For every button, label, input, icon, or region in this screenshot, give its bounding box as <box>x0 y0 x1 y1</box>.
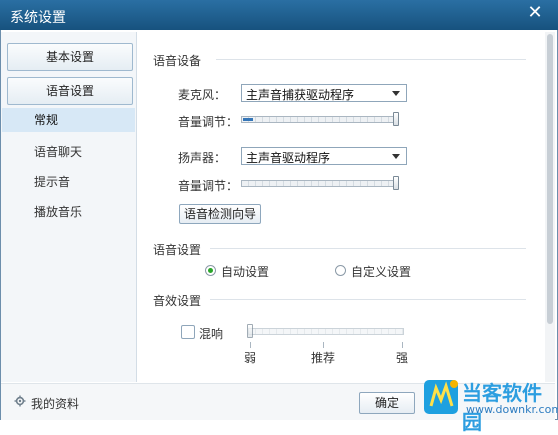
ok-button[interactable]: 确定 <box>359 392 415 414</box>
mic-label: 麦克风： <box>178 88 227 102</box>
sidebar-item-general[interactable]: 常规 <box>2 108 135 132</box>
window-title: 系统设置 <box>10 10 66 26</box>
brand-logo-icon <box>424 380 458 414</box>
mic-volume-label: 音量调节： <box>178 115 239 129</box>
radio-custom[interactable] <box>335 265 346 276</box>
sidebar: 基本设置 语音设置 常规 语音聊天 提示音 播放音乐 <box>1 32 137 382</box>
section-divider <box>210 299 526 300</box>
speaker-volume-slider[interactable] <box>241 180 397 187</box>
sidebar-button-basic[interactable]: 基本设置 <box>7 43 133 71</box>
chevron-down-icon <box>392 91 400 96</box>
speaker-volume-label: 音量调节： <box>178 179 239 193</box>
scale-tick-weak <box>250 342 251 348</box>
slider-ticks <box>242 181 396 186</box>
content-scrollbar[interactable] <box>545 32 555 382</box>
mic-volume-fill <box>243 118 253 121</box>
scale-tick-recommended <box>323 342 324 348</box>
section-divider <box>210 248 526 249</box>
scale-tick-strong <box>402 342 403 348</box>
section-title-voice-settings: 语音设置 <box>153 243 202 257</box>
scale-recommended-label: 推荐 <box>311 351 336 365</box>
slider-ticks <box>242 117 396 122</box>
reverb-slider-thumb[interactable] <box>247 324 253 338</box>
mic-volume-slider[interactable] <box>241 116 397 123</box>
section-title-effects: 音效设置 <box>153 294 202 308</box>
watermark-logo: 当客软件园 www.downkr.com <box>422 374 558 434</box>
reverb-slider[interactable] <box>248 328 404 335</box>
scale-weak-label: 弱 <box>244 351 257 365</box>
reverb-checkbox[interactable] <box>181 325 195 339</box>
radio-auto[interactable] <box>205 265 216 276</box>
close-icon[interactable]: ✕ <box>522 2 548 24</box>
section-title-voice-device: 语音设备 <box>153 54 202 68</box>
mic-volume-thumb[interactable] <box>393 112 399 126</box>
sidebar-button-voice[interactable]: 语音设置 <box>7 77 133 105</box>
scrollbar-thumb[interactable] <box>547 34 553 324</box>
speaker-label: 扬声器： <box>178 151 227 165</box>
speaker-select-value: 主声音驱动程序 <box>246 151 331 165</box>
voice-wizard-button[interactable]: 语音检测向导 <box>179 204 261 224</box>
sidebar-item-play-music[interactable]: 播放音乐 <box>2 200 135 224</box>
watermark-url: www.downkr.com <box>466 403 558 416</box>
mic-select-value: 主声音捕获驱动程序 <box>246 88 355 102</box>
speaker-volume-thumb[interactable] <box>393 176 399 190</box>
slider-ticks <box>249 329 403 334</box>
radio-auto-label: 自动设置 <box>221 265 270 279</box>
radio-custom-label: 自定义设置 <box>351 265 412 279</box>
scale-strong-label: 强 <box>396 351 409 365</box>
speaker-select[interactable]: 主声音驱动程序 <box>241 147 407 165</box>
title-bar: 系统设置 ✕ <box>0 0 558 30</box>
gear-icon[interactable] <box>14 395 26 407</box>
chevron-down-icon <box>392 154 400 159</box>
sidebar-item-notification-sound[interactable]: 提示音 <box>2 170 135 194</box>
sidebar-item-voice-chat[interactable]: 语音聊天 <box>2 140 135 164</box>
section-divider <box>216 59 526 60</box>
mic-select[interactable]: 主声音捕获驱动程序 <box>241 84 407 102</box>
reverb-label: 混响 <box>199 327 224 341</box>
my-profile-link[interactable]: 我的资料 <box>31 395 79 412</box>
